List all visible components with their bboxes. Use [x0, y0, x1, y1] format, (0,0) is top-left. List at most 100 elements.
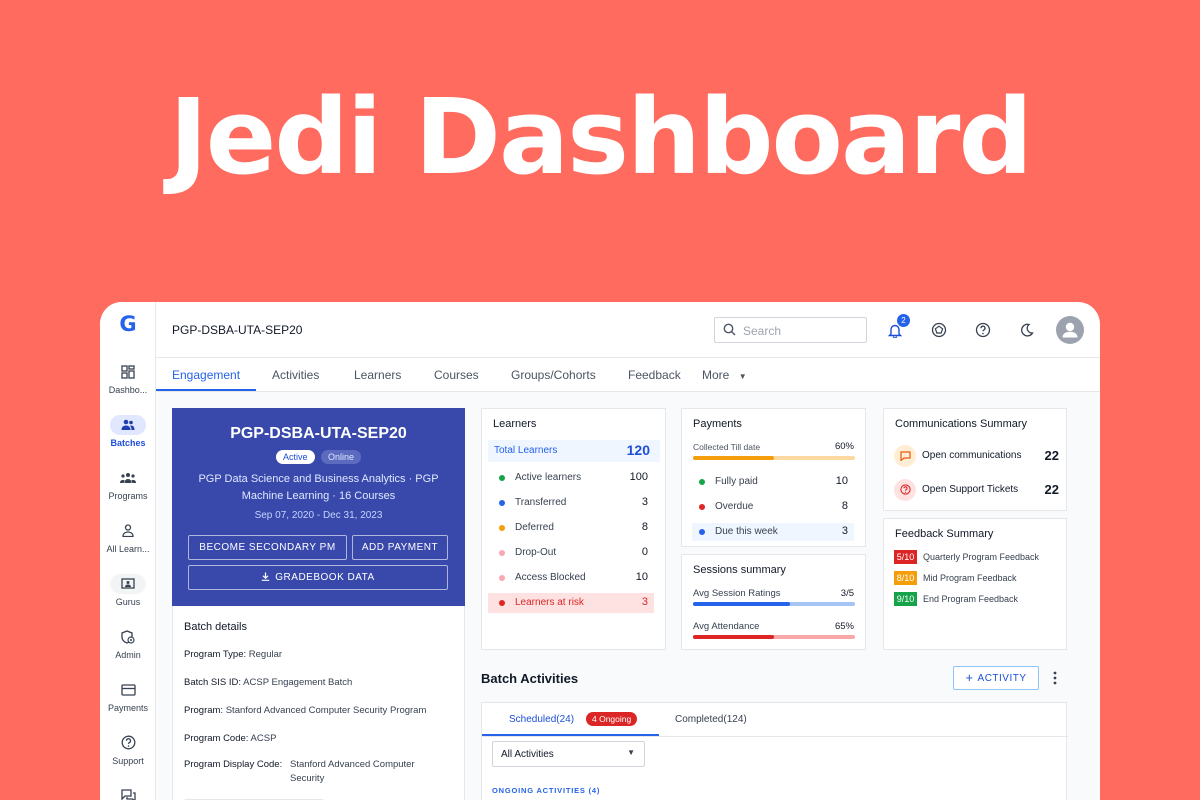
collected-value: 60% — [834, 441, 854, 452]
learner-status-label: Deferred — [515, 522, 554, 533]
sidebar-item-label: All Learn... — [106, 544, 150, 554]
gurus-icon — [110, 574, 146, 594]
notification-button[interactable]: 2 — [884, 314, 910, 341]
learners-title: Learners — [493, 418, 537, 430]
admin-icon — [110, 627, 146, 647]
detail-value: ACSP Engagement Batch — [243, 677, 353, 688]
detail-row: Program Type: Regular — [184, 648, 459, 662]
learner-status-row[interactable]: Transferred 3 — [488, 493, 654, 513]
status-dot — [499, 575, 505, 581]
learner-status-label: Transferred — [515, 497, 567, 508]
learner-status-row[interactable]: Active learners 100 — [488, 468, 654, 488]
payment-status-row[interactable]: Fully paid 10 — [692, 473, 854, 491]
batch-dates: Sep 07, 2020 - Dec 31, 2023 — [254, 510, 383, 521]
payment-status-label: Fully paid — [715, 476, 758, 487]
sidebar-item-admin[interactable]: Admin — [100, 627, 156, 660]
total-learners-row[interactable]: Total Learners 120 — [488, 440, 660, 462]
mode-badge: Online — [321, 450, 362, 464]
tab-bar: Engagement Activities Learners Courses G… — [156, 358, 1100, 392]
sidebar-item-support[interactable]: Support — [100, 733, 156, 766]
batch-code-title: PGP-DSBA-UTA-SEP20 — [172, 323, 303, 337]
learner-status-row[interactable]: Learners at risk 3 — [488, 593, 654, 613]
detail-value: Regular — [248, 649, 283, 660]
tab-feedback[interactable]: Feedback — [628, 368, 681, 382]
feedback-row[interactable]: 8/10 Mid Program Feedback — [894, 571, 1069, 585]
learner-status-row[interactable]: Deferred 8 — [488, 518, 654, 538]
theme-toggle-button[interactable] — [1016, 319, 1038, 341]
tab-courses[interactable]: Courses — [434, 368, 479, 382]
attendance-value: 65% — [834, 621, 854, 632]
tab-completed[interactable]: Completed(124) — [675, 714, 747, 725]
sidebar-item-gurus[interactable]: Gurus — [100, 574, 156, 607]
payment-status-value: 3 — [841, 525, 848, 537]
search-icon — [723, 323, 736, 336]
feedback-label: End Program Feedback — [923, 594, 1019, 604]
sidebar-item-chat[interactable] — [100, 786, 156, 800]
tab-more[interactable]: More ▼ — [702, 368, 747, 382]
search-box[interactable] — [714, 317, 867, 343]
avatar[interactable] — [1056, 316, 1084, 344]
chat-icon — [110, 786, 146, 800]
user-icon — [1062, 322, 1078, 338]
status-dot — [499, 475, 505, 481]
sidebar-item-payments[interactable]: Payments — [100, 680, 156, 713]
feedback-row[interactable]: 9/10 End Program Feedback — [894, 592, 1069, 606]
payment-status-row[interactable]: Due this week 3 — [692, 523, 854, 541]
sidebar-item-all-learners[interactable]: All Learn... — [100, 521, 156, 554]
detail-row: Batch SIS ID: ACSP Engagement Batch — [184, 676, 459, 690]
gradebook-data-button[interactable]: GRADEBOOK DATA — [188, 565, 448, 590]
tab-groups-cohorts[interactable]: Groups/Cohorts — [511, 368, 596, 382]
help-button[interactable] — [972, 319, 994, 341]
status-dot — [499, 500, 505, 506]
detail-row: Program Display Code: Stanford Advanced C… — [184, 758, 459, 786]
detail-label: Program Display Code: — [184, 759, 283, 770]
add-payment-button[interactable]: ADD PAYMENT — [352, 535, 448, 560]
activity-filter-value: All Activities — [501, 749, 554, 760]
sidebar-item-label: Payments — [107, 703, 149, 713]
open-communications-value: 22 — [1044, 448, 1059, 463]
detail-label: Program: — [184, 705, 224, 716]
batch-summary-card: PGP-DSBA-UTA-SEP20 Active Online PGP Dat… — [172, 408, 465, 606]
sidebar-item-dashboard[interactable]: Dashbo... — [100, 362, 156, 395]
learner-status-label: Active learners — [515, 472, 582, 483]
feedback-label: Quarterly Program Feedback — [923, 552, 1040, 562]
payments-card: Payments Collected Till date 60% Fully p… — [681, 408, 866, 547]
status-dot — [499, 525, 505, 531]
payment-status-row[interactable]: Overdue 8 — [692, 498, 854, 516]
become-secondary-pm-button[interactable]: BECOME SECONDARY PM — [188, 535, 347, 560]
sidebar-item-programs[interactable]: Programs — [100, 468, 156, 501]
collected-progress-track — [693, 456, 855, 460]
tab-scheduled[interactable]: Scheduled(24) — [509, 714, 574, 725]
programs-icon — [110, 468, 146, 488]
tab-activities[interactable]: Activities — [272, 368, 319, 382]
learner-status-value: 0 — [641, 546, 648, 558]
payments-icon — [110, 680, 146, 700]
active-activity-tab-indicator — [482, 734, 659, 736]
plus-icon: + — [965, 670, 974, 685]
tab-learners[interactable]: Learners — [354, 368, 401, 382]
open-communications-row[interactable]: Open communications 22 — [894, 445, 1059, 469]
detail-value: Stanford Advanced Computer Security — [290, 759, 415, 784]
feedback-row[interactable]: 5/10 Quarterly Program Feedback — [894, 550, 1069, 564]
collected-label: Collected Till date — [693, 442, 761, 452]
detail-value: ACSP — [250, 733, 277, 744]
total-learners-label: Total Learners — [494, 445, 558, 456]
support-tickets-value: 22 — [1044, 482, 1059, 497]
activity-filter-select[interactable]: All Activities ▼ — [492, 741, 645, 767]
learner-status-row[interactable]: Drop-Out 0 — [488, 543, 654, 563]
learners-card: Learners Total Learners 120 Active learn… — [481, 408, 666, 650]
more-options-button[interactable] — [1050, 668, 1060, 688]
status-badge: Active — [276, 450, 315, 464]
search-input[interactable] — [743, 322, 861, 339]
total-learners-value: 120 — [626, 442, 650, 458]
logo[interactable]: G — [117, 312, 139, 336]
add-activity-button[interactable]: + ACTIVITY — [953, 666, 1039, 690]
tab-engagement[interactable]: Engagement — [172, 368, 240, 382]
batch-description: PGP Data Science and Business Analytics … — [198, 473, 439, 502]
payment-status-value: 8 — [841, 500, 848, 512]
session-rating-track — [693, 602, 855, 606]
explore-button[interactable] — [928, 319, 950, 341]
sidebar-item-batches[interactable]: Batches — [100, 415, 156, 448]
support-tickets-row[interactable]: Open Support Tickets 22 — [894, 479, 1059, 503]
learner-status-row[interactable]: Access Blocked 10 — [488, 568, 654, 588]
